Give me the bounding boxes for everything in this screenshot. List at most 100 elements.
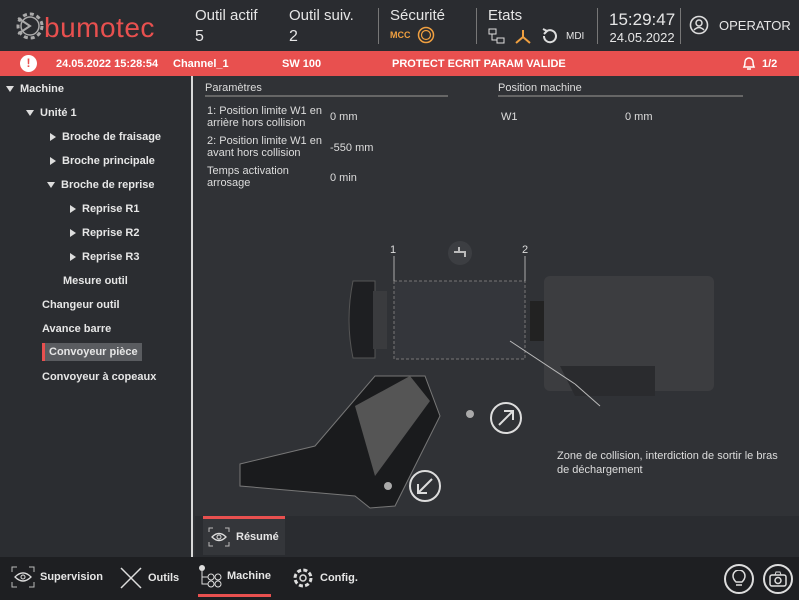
caret-down-icon: [6, 86, 14, 92]
alarm-timestamp: 24.05.2022 15:28:54: [56, 58, 159, 70]
bumotec-logo: bumotec: [12, 8, 155, 44]
tree-item-avance-barre[interactable]: Avance barre: [42, 323, 111, 335]
arrow-up-right-icon[interactable]: [490, 402, 522, 434]
tree-item-machine[interactable]: Machine: [6, 83, 64, 95]
tree-item-broche-principale[interactable]: Broche principale: [50, 155, 155, 167]
tree-item-convoyeur-piece[interactable]: Convoyeur pièce: [42, 343, 142, 361]
tree-item-reprise-r1[interactable]: Reprise R1: [70, 203, 139, 215]
tree-label: Broche principale: [62, 155, 155, 167]
nav-label: Supervision: [40, 571, 103, 583]
divider: [680, 8, 681, 44]
alarm-count: 1/2: [762, 58, 778, 70]
tree-label: Changeur outil: [42, 299, 120, 311]
active-tool-value: 5: [195, 28, 204, 45]
caret-right-icon: [50, 157, 56, 165]
screenshot-button[interactable]: [763, 564, 793, 594]
next-tool: Outil suiv. 2: [289, 7, 354, 46]
caret-right-icon: [70, 205, 76, 213]
user-icon: [689, 15, 709, 35]
left-spindle: [348, 280, 376, 359]
sub-tab-bar: Résumé: [195, 516, 799, 557]
axes-icon: [515, 30, 531, 44]
machine-tree: Machine Unité 1 Broche de fraisage Broch…: [0, 76, 193, 557]
alarm-code: SW 100: [282, 58, 322, 70]
mcc-icon: MCC: [390, 30, 411, 40]
active-tool-label: Outil actif: [195, 7, 258, 24]
reset-icon: [542, 28, 557, 44]
clock: 15:29:47 24.05.2022: [609, 10, 675, 45]
date: 24.05.2022: [609, 30, 675, 45]
bell-icon: [742, 56, 756, 74]
nav-label: Outils: [148, 572, 180, 584]
eye-icon: [11, 566, 35, 588]
divider: [597, 8, 598, 44]
tree-label: Mesure outil: [63, 275, 128, 287]
network-icon: [488, 28, 505, 44]
tree-item-convoyeur-copeaux[interactable]: Convoyeur à copeaux: [42, 371, 156, 383]
active-tool: Outil actif 5: [195, 7, 258, 46]
tree-label: Reprise R1: [82, 203, 140, 215]
tree-item-reprise-r2[interactable]: Reprise R2: [70, 227, 139, 239]
tree-item-unite-1[interactable]: Unité 1: [26, 107, 77, 119]
tree-label: Avance barre: [42, 323, 112, 335]
caret-down-icon: [26, 110, 34, 116]
next-tool-value: 2: [289, 28, 298, 45]
user-name: OPERATOR: [719, 17, 791, 33]
mode-label: MDI: [566, 30, 585, 42]
states[interactable]: Etats MDI: [488, 7, 584, 45]
nav-config[interactable]: Config.: [291, 566, 358, 590]
next-tool-label: Outil suiv.: [289, 7, 354, 24]
tree-label: Reprise R2: [82, 227, 140, 239]
alarm-banner[interactable]: ! 24.05.2022 15:28:54 Channel_1 SW 100 P…: [0, 51, 799, 76]
tab-resume[interactable]: Résumé: [203, 516, 285, 555]
tree-label: Unité 1: [40, 107, 77, 119]
alarm-channel: Channel_1: [173, 58, 229, 70]
divider: [476, 8, 477, 44]
nav-machine[interactable]: Machine: [198, 564, 272, 597]
lightbulb-icon: [732, 570, 746, 586]
brand-name: bumotec: [44, 12, 155, 43]
tree-label: Reprise R3: [82, 251, 140, 263]
nav-label: Machine: [227, 570, 272, 582]
main-panel: Paramètres Position machine 1: Position …: [195, 76, 799, 557]
alert-icon: !: [20, 55, 37, 72]
states-label: Etats: [488, 7, 523, 24]
help-button[interactable]: [724, 564, 754, 594]
tree-item-broche-reprise[interactable]: Broche de reprise: [47, 179, 155, 191]
caret-down-icon: [47, 182, 55, 188]
bottom-nav: Supervision Outils Machine Config.: [0, 557, 799, 600]
caret-right-icon: [50, 133, 56, 141]
coolant-tap-icon: [448, 241, 472, 265]
tree-item-mesure-outil[interactable]: Mesure outil: [63, 275, 128, 287]
gear-logo-icon: [16, 12, 44, 40]
time: 15:29:47: [609, 10, 676, 29]
tab-label: Résumé: [236, 531, 279, 543]
marker-2: 2: [522, 244, 529, 256]
tools-icon: [120, 567, 142, 589]
machine-tree-icon: [199, 565, 222, 588]
security-label: Sécurité: [390, 7, 446, 24]
user-button[interactable]: OPERATOR: [689, 15, 791, 35]
tree-item-changeur-outil[interactable]: Changeur outil: [42, 299, 120, 311]
nav-outils[interactable]: Outils: [119, 566, 179, 590]
power-safety-icon: [417, 26, 434, 44]
tree-label: Convoyeur à copeaux: [42, 371, 157, 383]
collision-note: Zone de collision, interdiction de sorti…: [557, 450, 778, 476]
collision-zone: [393, 280, 526, 360]
tree-item-broche-fraisage[interactable]: Broche de fraisage: [50, 131, 161, 143]
alarm-message: PROTECT ECRIT PARAM VALIDE: [392, 58, 566, 70]
marker-1: 1: [390, 244, 397, 256]
security[interactable]: Sécurité MCC: [390, 7, 445, 44]
camera-icon: [769, 571, 787, 587]
divider: [378, 8, 379, 44]
nav-label: Config.: [320, 572, 358, 584]
eye-icon: [208, 527, 230, 547]
caret-right-icon: [70, 253, 76, 261]
caret-right-icon: [70, 229, 76, 237]
arrow-down-left-icon[interactable]: [409, 470, 441, 502]
tree-item-reprise-r3[interactable]: Reprise R3: [70, 251, 139, 263]
tree-label: Broche de reprise: [61, 179, 155, 191]
nav-supervision[interactable]: Supervision: [11, 566, 103, 588]
tree-label: Broche de fraisage: [62, 131, 162, 143]
top-header: bumotec Outil actif 5 Outil suiv. 2 Sécuri…: [0, 0, 799, 51]
